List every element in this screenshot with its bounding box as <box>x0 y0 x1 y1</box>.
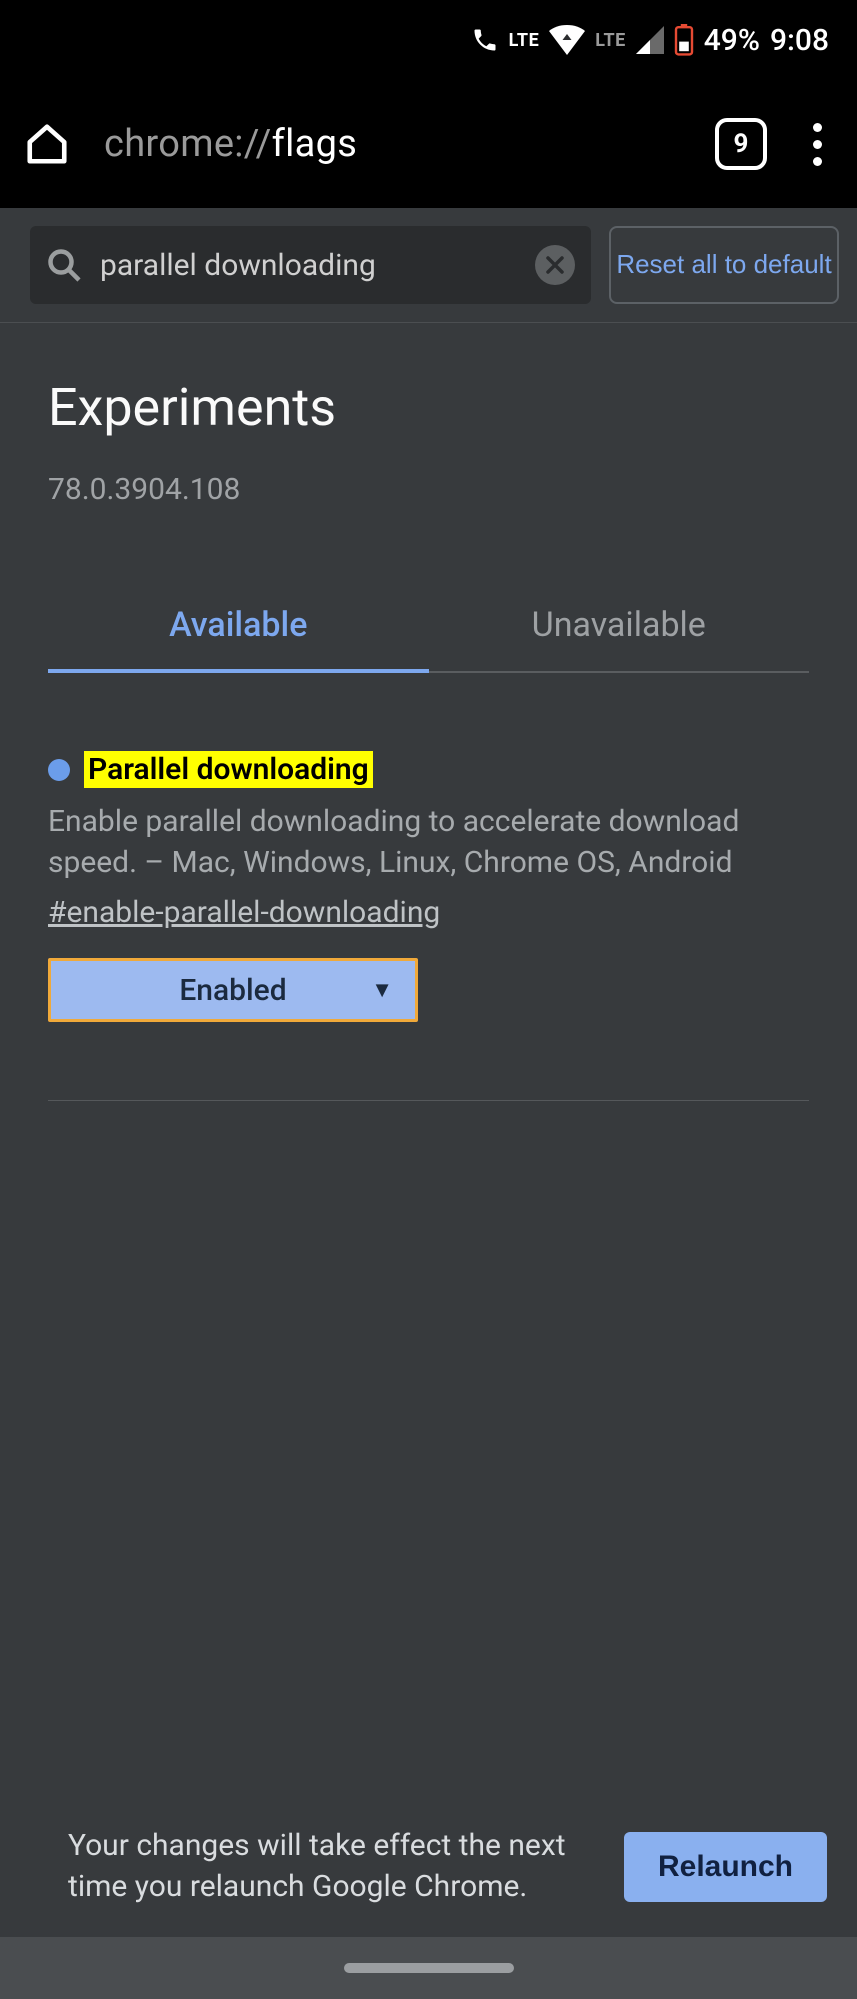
flag-title-row: Parallel downloading <box>48 751 809 788</box>
tab-count: 9 <box>734 129 749 159</box>
battery-icon <box>674 24 694 56</box>
flag-state-select[interactable]: Enabled ▼ <box>48 958 418 1022</box>
more-vert-icon <box>813 123 822 166</box>
search-icon <box>46 247 82 283</box>
search-row: Reset all to default <box>0 208 857 322</box>
header-block: Experiments 78.0.3904.108 <box>0 323 857 537</box>
status-bar: LTE LTE 49% 9:08 <box>0 0 857 80</box>
tab-unavailable[interactable]: Unavailable <box>429 583 810 673</box>
system-nav-area <box>0 1937 857 1999</box>
clock: 9:08 <box>770 23 829 58</box>
chrome-version: 78.0.3904.108 <box>48 472 809 507</box>
url-scheme: chrome:// <box>104 122 272 166</box>
screen: LTE LTE 49% 9:08 chrome://flags 9 <box>0 0 857 1999</box>
cell-signal-icon <box>636 26 664 54</box>
page-title: Experiments <box>48 377 809 438</box>
flag-entry: Parallel downloading Enable parallel dow… <box>0 673 857 1062</box>
volte-call-icon <box>471 26 499 54</box>
home-button[interactable] <box>20 117 74 171</box>
divider <box>48 1100 809 1101</box>
relaunch-message: Your changes will take effect the next t… <box>68 1826 594 1907</box>
reset-all-button[interactable]: Reset all to default <box>609 226 839 304</box>
overflow-menu-button[interactable] <box>797 118 837 170</box>
browser-toolbar: chrome://flags 9 <box>0 80 857 208</box>
dropdown-arrow-icon: ▼ <box>371 977 393 1003</box>
close-icon <box>545 255 565 275</box>
battery-percent: 49% <box>704 23 760 58</box>
tab-available[interactable]: Available <box>48 583 429 673</box>
flag-title: Parallel downloading <box>84 751 373 788</box>
search-input[interactable] <box>100 248 535 283</box>
tab-switcher-button[interactable]: 9 <box>715 118 767 170</box>
flag-state-selected: Enabled <box>179 973 286 1008</box>
url-bar[interactable]: chrome://flags <box>104 122 685 166</box>
flags-page: Reset all to default Experiments 78.0.39… <box>0 208 857 1999</box>
clear-search-button[interactable] <box>535 245 575 285</box>
search-box <box>30 226 591 304</box>
flag-description: Enable parallel downloading to accelerat… <box>48 802 809 883</box>
wifi-icon <box>549 25 585 55</box>
relaunch-bar: Your changes will take effect the next t… <box>0 1804 857 1937</box>
tab-strip: Available Unavailable <box>48 583 809 673</box>
gesture-handle[interactable] <box>344 1963 514 1973</box>
url-path: flags <box>272 122 358 166</box>
flag-permalink[interactable]: #enable-parallel-downloading <box>48 895 440 930</box>
lte-label-1: LTE <box>509 30 540 51</box>
relaunch-button[interactable]: Relaunch <box>624 1832 827 1902</box>
modified-indicator-icon <box>48 759 70 781</box>
lte-label-2: LTE <box>595 30 626 51</box>
